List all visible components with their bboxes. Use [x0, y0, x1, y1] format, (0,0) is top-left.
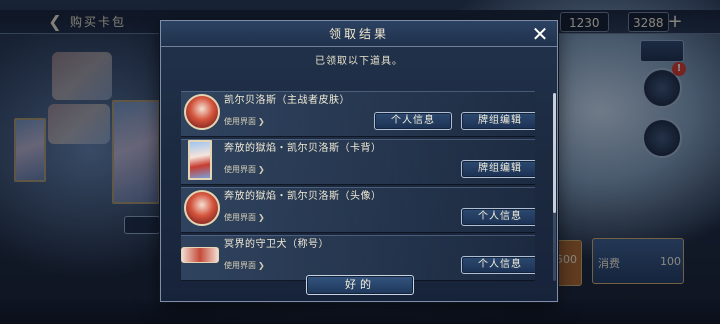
- deck-edit-button[interactable]: 牌组编辑: [461, 160, 535, 178]
- profile-button[interactable]: 个人信息: [374, 112, 452, 130]
- chevron-right-icon: ❯: [258, 213, 265, 222]
- use-screen-link[interactable]: 使用界面 ❯: [224, 259, 265, 273]
- use-screen-link[interactable]: 使用界面 ❯: [224, 211, 265, 225]
- list-item: 凯尔贝洛斯（主战者皮肤） 使用界面 ❯ 个人信息 牌组编辑: [181, 91, 535, 137]
- list-scrollbar-thumb[interactable]: [553, 93, 556, 213]
- use-screen-link[interactable]: 使用界面 ❯: [224, 163, 265, 177]
- title-badge-icon: [181, 247, 219, 263]
- profile-button[interactable]: 个人信息: [461, 208, 535, 226]
- reward-list[interactable]: 凯尔贝洛斯（主战者皮肤） 使用界面 ❯ 个人信息 牌组编辑 奔放的獄焰・凯尔贝洛斯…: [181, 91, 535, 283]
- dialog-subtitle: 已领取以下道具。: [315, 56, 403, 67]
- chevron-right-icon: ❯: [258, 261, 265, 270]
- avatar-portrait-icon: [184, 190, 220, 226]
- dialog-title: 领取结果: [328, 27, 389, 41]
- use-screen-label: 使用界面: [224, 261, 256, 270]
- item-name: 奔放的獄焰・凯尔贝洛斯（卡背）: [224, 143, 382, 154]
- list-item: 奔放的獄焰・凯尔贝洛斯（卡背） 使用界面 ❯ 牌组编辑: [181, 139, 535, 185]
- deck-edit-button[interactable]: 牌组编辑: [461, 112, 535, 130]
- chevron-right-icon: ❯: [258, 165, 265, 174]
- profile-button[interactable]: 个人信息: [461, 256, 535, 274]
- ok-button[interactable]: 好的: [306, 275, 414, 295]
- reward-result-dialog: 领取结果 ✕ 已领取以下道具。 凯尔贝洛斯（主战者皮肤） 使用界面 ❯ 个人信息 …: [160, 20, 558, 302]
- item-name: 冥界的守卫犬（称号）: [224, 239, 329, 250]
- use-screen-label: 使用界面: [224, 165, 256, 174]
- list-item: 奔放的獄焰・凯尔贝洛斯（头像） 使用界面 ❯ 个人信息: [181, 187, 535, 233]
- use-screen-label: 使用界面: [224, 117, 256, 126]
- close-icon[interactable]: ✕: [529, 23, 551, 45]
- item-name: 奔放的獄焰・凯尔贝洛斯（头像）: [224, 191, 382, 202]
- item-name: 凯尔贝洛斯（主战者皮肤）: [224, 95, 350, 106]
- use-screen-link[interactable]: 使用界面 ❯: [224, 115, 265, 129]
- chevron-right-icon: ❯: [258, 117, 265, 126]
- avatar-portrait-icon: [184, 94, 220, 130]
- use-screen-label: 使用界面: [224, 213, 256, 222]
- card-back-icon: [188, 140, 212, 180]
